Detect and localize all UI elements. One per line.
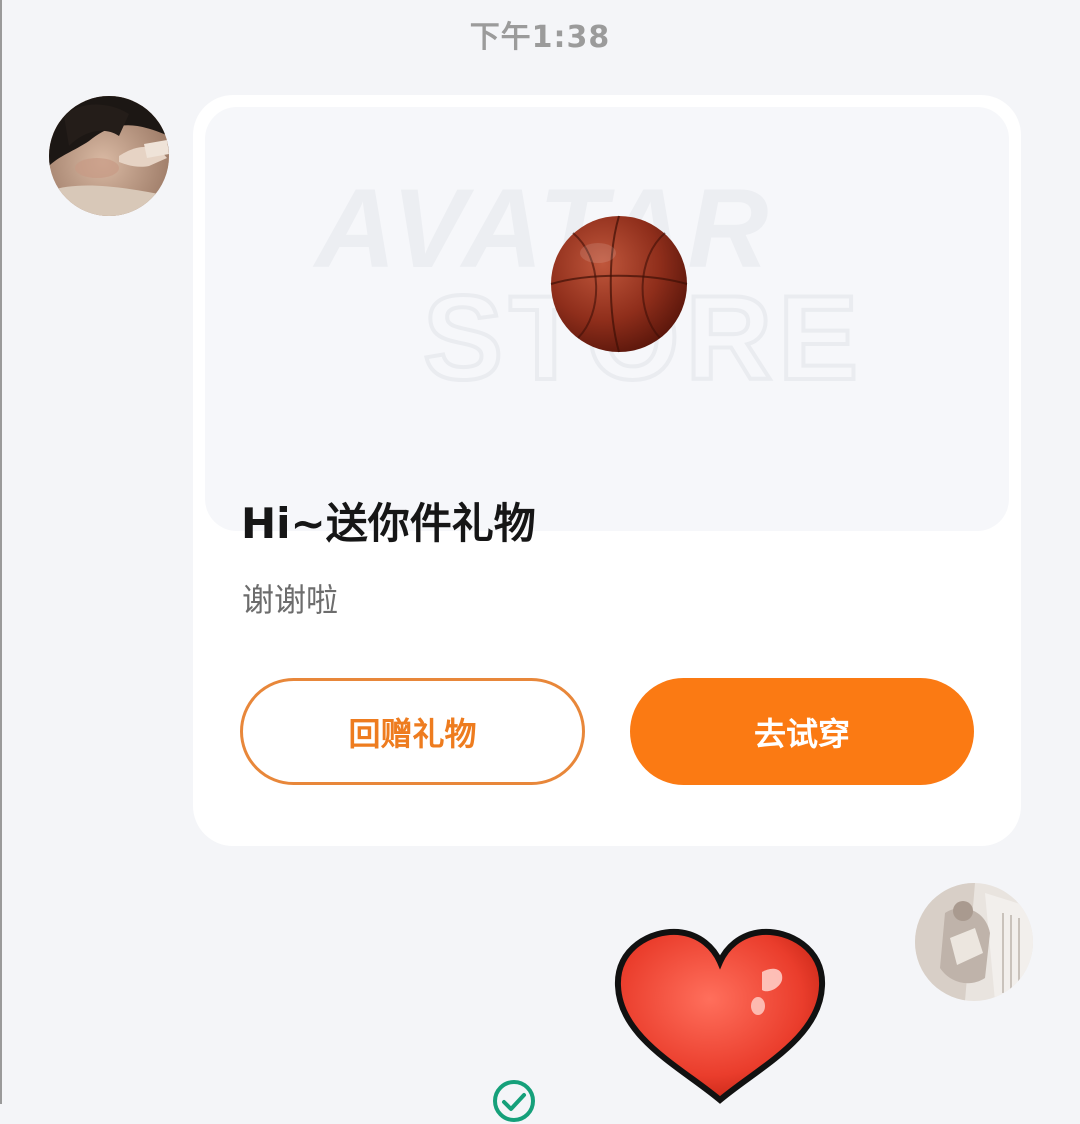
message-timestamp: 下午1:38 bbox=[469, 20, 611, 55]
check-circle-icon bbox=[493, 1080, 535, 1122]
gift-message-card[interactable]: AVATAR STORE Hi~送你件礼物 谢谢啦 回赠礼物 去试穿 bbox=[193, 95, 1021, 846]
sender-avatar-image bbox=[49, 96, 169, 216]
gift-card-title: Hi~送你件礼物 bbox=[241, 499, 536, 548]
try-on-button[interactable]: 去试穿 bbox=[630, 678, 974, 785]
screen-edge bbox=[0, 0, 2, 1104]
own-avatar-image bbox=[915, 883, 1033, 1001]
sender-avatar[interactable] bbox=[49, 96, 169, 216]
heart-sticker[interactable] bbox=[612, 928, 828, 1104]
own-avatar[interactable] bbox=[915, 883, 1033, 1001]
return-gift-button[interactable]: 回赠礼物 bbox=[240, 678, 585, 785]
basketball-icon bbox=[550, 215, 688, 353]
gift-preview-banner: AVATAR STORE bbox=[205, 107, 1009, 531]
gift-card-message: 谢谢啦 bbox=[242, 581, 339, 619]
